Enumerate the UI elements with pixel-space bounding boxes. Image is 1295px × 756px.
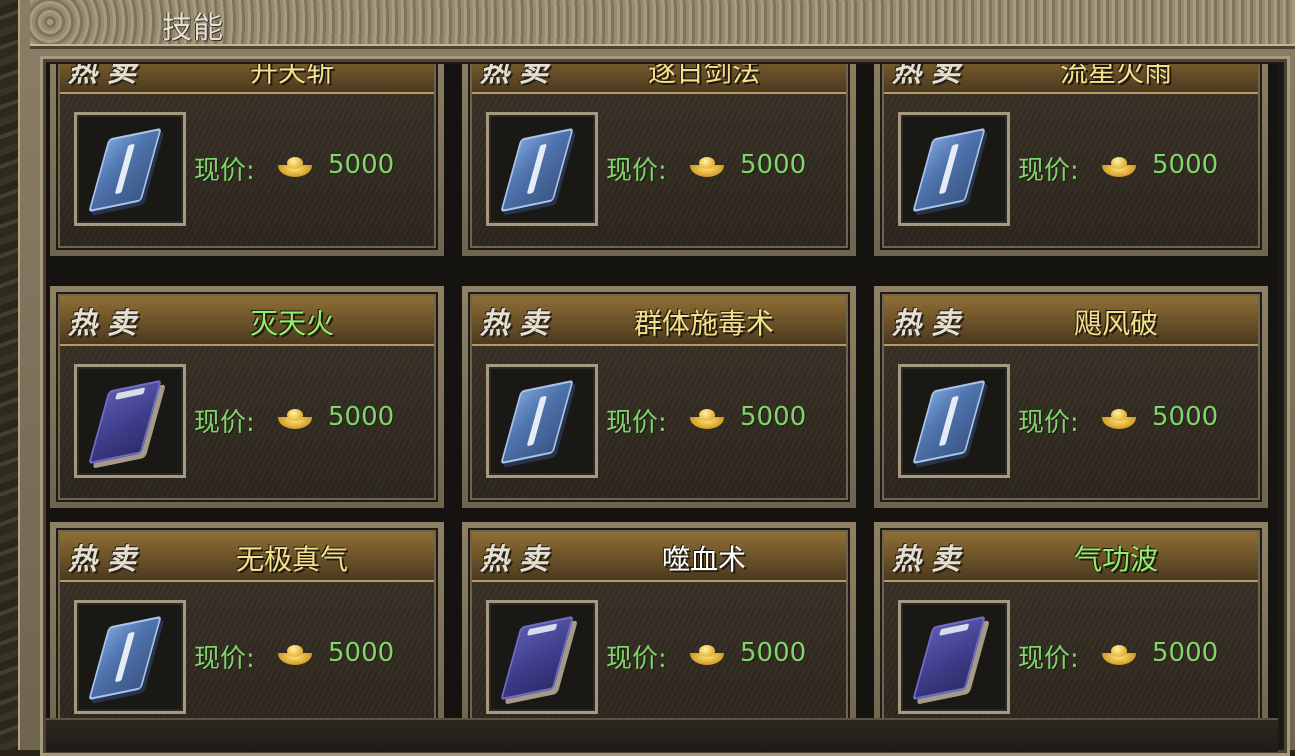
price-label: 现价: [606, 644, 667, 674]
price-value: 5000 [1152, 402, 1219, 432]
item-slot[interactable] [74, 600, 186, 714]
item-slot[interactable] [486, 364, 598, 478]
card-header: 热卖 无极真气 [60, 532, 434, 582]
price-value: 5000 [1152, 150, 1219, 180]
price-label: 现价: [194, 644, 255, 674]
price-label: 现价: [606, 156, 667, 186]
purple-book-icon [912, 615, 986, 701]
item-slot[interactable] [74, 112, 186, 226]
skill-name: 气功波 [1073, 543, 1158, 576]
skill-card[interactable]: 热卖 开天斩 现价: 5000 [50, 64, 444, 256]
price-value: 5000 [328, 150, 395, 180]
price-label: 现价: [1018, 156, 1079, 186]
price-label: 现价: [1018, 644, 1079, 674]
gold-ingot-icon [278, 157, 312, 179]
price-value: 5000 [1152, 638, 1219, 668]
item-slot[interactable] [486, 600, 598, 714]
skill-name: 飓风破 [1073, 307, 1158, 340]
hot-sale-badge: 热卖 [68, 542, 147, 576]
price-label: 现价: [194, 408, 255, 438]
skill-name: 逐日剑法 [647, 64, 760, 88]
hot-sale-badge: 热卖 [480, 64, 559, 88]
skill-card[interactable]: 热卖 飓风破 现价: 5000 [874, 286, 1268, 508]
item-slot[interactable] [898, 600, 1010, 714]
card-header: 热卖 流星火雨 [884, 64, 1258, 94]
price-value: 5000 [740, 150, 807, 180]
gold-ingot-icon [690, 409, 724, 431]
card-header: 热卖 灭天火 [60, 296, 434, 346]
blue-book-icon [88, 127, 162, 213]
gold-ingot-icon [690, 157, 724, 179]
gold-ingot-icon [278, 409, 312, 431]
hot-sale-badge: 热卖 [892, 64, 971, 88]
price-value: 5000 [740, 638, 807, 668]
skill-name: 无极真气 [235, 543, 348, 576]
card-header: 热卖 开天斩 [60, 64, 434, 94]
skill-name: 灭天火 [249, 307, 334, 340]
price-value: 5000 [740, 402, 807, 432]
skill-card[interactable]: 热卖 无极真气 现价: 5000 [50, 522, 444, 718]
gold-ingot-icon [278, 645, 312, 667]
skill-card[interactable]: 热卖 群体施毒术 现价: 5000 [462, 286, 856, 508]
hot-sale-badge: 热卖 [892, 542, 971, 576]
hot-sale-badge: 热卖 [68, 64, 147, 88]
price-value: 5000 [328, 638, 395, 668]
skill-name: 流星火雨 [1059, 64, 1172, 88]
skill-card[interactable]: 热卖 逐日剑法 现价: 5000 [462, 64, 856, 256]
blue-book-icon [500, 379, 574, 465]
hot-sale-badge: 热卖 [68, 306, 147, 340]
window-title: 技能 [162, 11, 224, 46]
card-header: 热卖 群体施毒术 [472, 296, 846, 346]
card-header: 热卖 逐日剑法 [472, 64, 846, 94]
card-header: 热卖 飓风破 [884, 296, 1258, 346]
blue-book-icon [912, 127, 986, 213]
price-label: 现价: [194, 156, 255, 186]
blue-book-icon [912, 379, 986, 465]
item-slot[interactable] [486, 112, 598, 226]
hot-sale-badge: 热卖 [480, 542, 559, 576]
purple-book-icon [88, 379, 162, 465]
gold-ingot-icon [690, 645, 724, 667]
skill-name: 开天斩 [249, 64, 334, 88]
skill-name: 噬血术 [661, 543, 746, 576]
skill-name: 群体施毒术 [633, 307, 774, 340]
purple-book-icon [500, 615, 574, 701]
panel-footer [46, 718, 1278, 752]
item-slot[interactable] [74, 364, 186, 478]
card-header: 热卖 噬血术 [472, 532, 846, 582]
skill-card[interactable]: 热卖 噬血术 现价: 5000 [462, 522, 856, 718]
blue-book-icon [500, 127, 574, 213]
gold-ingot-icon [1102, 645, 1136, 667]
skill-card[interactable]: 热卖 流星火雨 现价: 5000 [874, 64, 1268, 256]
item-slot[interactable] [898, 364, 1010, 478]
card-header: 热卖 气功波 [884, 532, 1258, 582]
price-label: 现价: [606, 408, 667, 438]
blue-book-icon [88, 615, 162, 701]
hot-sale-badge: 热卖 [892, 306, 971, 340]
skill-card[interactable]: 热卖 灭天火 现价: 5000 [50, 286, 444, 508]
gold-ingot-icon [1102, 409, 1136, 431]
price-label: 现价: [1018, 408, 1079, 438]
item-slot[interactable] [898, 112, 1010, 226]
skill-shop-grid[interactable]: 热卖 开天斩 现价: 5000 热卖 逐日剑法 现价: 5000 热卖 流星火雨… [46, 64, 1278, 718]
price-value: 5000 [328, 402, 395, 432]
title-bar: 技能 [30, 0, 1295, 49]
gold-ingot-icon [1102, 157, 1136, 179]
hot-sale-badge: 热卖 [480, 306, 559, 340]
skill-card[interactable]: 热卖 气功波 现价: 5000 [874, 522, 1268, 718]
